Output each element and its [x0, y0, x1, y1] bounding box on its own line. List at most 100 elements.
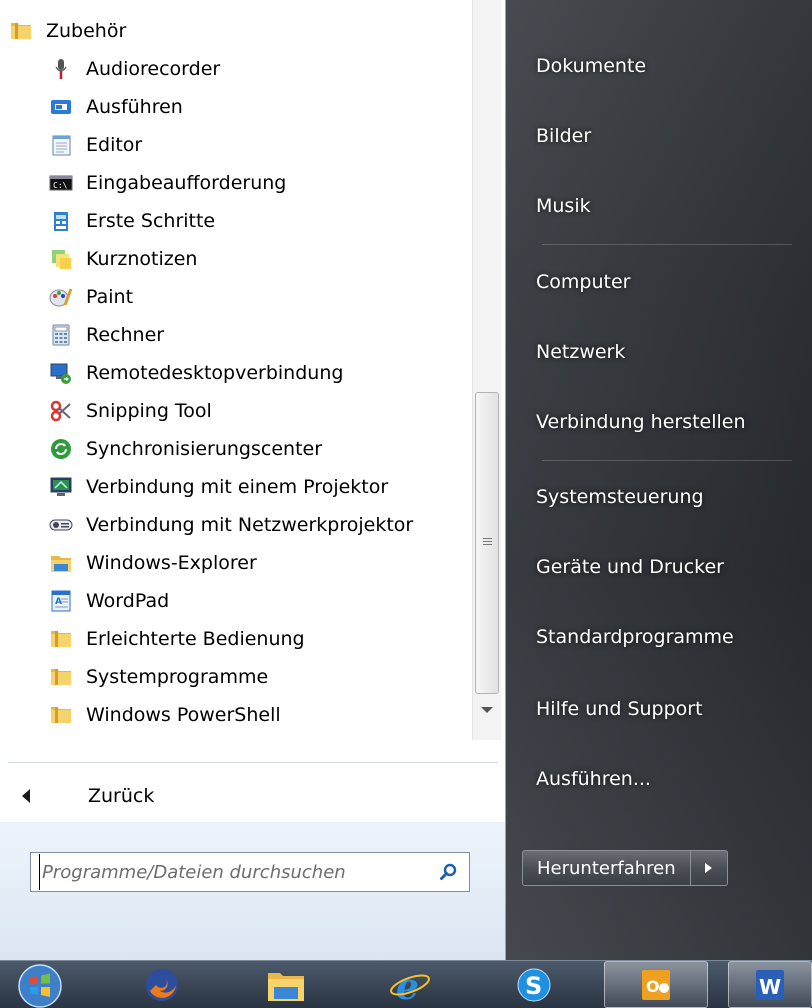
separator [542, 244, 792, 245]
link-label: Hilfe und Support [536, 698, 703, 720]
link-musik[interactable]: Musik [536, 186, 591, 226]
folder-icon [48, 626, 74, 652]
folder-systemprogramme[interactable]: Systemprogramme [48, 658, 518, 696]
link-computer[interactable]: Computer [536, 262, 630, 302]
start-menu-left-pane: Zubehör Audiorecorder Ausführen Editor C… [0, 0, 506, 960]
svg-text:O: O [646, 977, 660, 996]
program-paint[interactable]: Paint [48, 278, 518, 316]
skype-icon[interactable]: S [494, 961, 574, 1008]
file-explorer-icon[interactable] [246, 961, 326, 1008]
program-snipping-tool[interactable]: Snipping Tool [48, 392, 518, 430]
scroll-down-arrow-icon[interactable] [481, 707, 493, 713]
program-verbindung-netzwerkprojektor[interactable]: Verbindung mit Netzwerkprojektor [48, 506, 518, 544]
arrow-left-icon [22, 789, 30, 803]
remote-desktop-icon [48, 360, 74, 386]
svg-text:W: W [759, 975, 781, 999]
notepad-icon [48, 132, 74, 158]
program-list-scrollbar[interactable] [472, 0, 501, 740]
program-editor[interactable]: Editor [48, 126, 518, 164]
link-label: Geräte und Drucker [536, 556, 724, 578]
taskbar: e S O W [0, 960, 812, 1008]
search-box[interactable] [30, 852, 470, 892]
search-icon[interactable] [429, 853, 469, 891]
folder-label: Windows PowerShell [86, 704, 281, 726]
program-label: Synchronisierungscenter [86, 438, 323, 460]
folder-zubehoer[interactable]: Zubehör [8, 12, 478, 50]
program-kurznotizen[interactable]: Kurznotizen [48, 240, 518, 278]
projector-icon [48, 474, 74, 500]
sync-center-icon [48, 436, 74, 462]
calculator-icon [48, 322, 74, 348]
program-synchronisierungscenter[interactable]: Synchronisierungscenter [48, 430, 518, 468]
link-systemsteuerung[interactable]: Systemsteuerung [536, 477, 704, 517]
command-prompt-icon: C:\ [48, 170, 74, 196]
scrollbar-thumb[interactable] [475, 392, 499, 694]
sticky-notes-icon [48, 246, 74, 272]
link-label: Verbindung herstellen [536, 411, 746, 433]
program-audiorecorder[interactable]: Audiorecorder [48, 50, 518, 88]
program-label: Audiorecorder [86, 58, 221, 80]
link-verbindung-herstellen[interactable]: Verbindung herstellen [536, 402, 746, 442]
folder-label: Erleichterte Bedienung [86, 628, 305, 650]
program-rechner[interactable]: Rechner [48, 316, 518, 354]
program-windows-explorer[interactable]: Windows-Explorer [48, 544, 518, 582]
program-label: Kurznotizen [86, 248, 198, 270]
shutdown-options-button[interactable] [690, 850, 728, 886]
folder-label: Zubehör [46, 20, 127, 42]
program-eingabeaufforderung[interactable]: C:\ Eingabeaufforderung [48, 164, 518, 202]
program-label: Erste Schritte [86, 210, 216, 232]
link-label: Systemsteuerung [536, 486, 704, 508]
firefox-icon[interactable] [122, 961, 202, 1008]
svg-text:A: A [55, 597, 62, 607]
program-label: Verbindung mit Netzwerkprojektor [86, 514, 414, 536]
explorer-folder-icon [48, 550, 74, 576]
program-remotedesktopverbindung[interactable]: Remotedesktopverbindung [48, 354, 518, 392]
start-orb-icon[interactable] [2, 961, 78, 1008]
program-label: Snipping Tool [86, 400, 212, 422]
folder-windows-powershell[interactable]: Windows PowerShell [48, 696, 518, 734]
link-bilder[interactable]: Bilder [536, 116, 591, 156]
link-netzwerk[interactable]: Netzwerk [536, 332, 625, 372]
link-label: Musik [536, 195, 591, 217]
separator [542, 460, 792, 461]
program-label: Verbindung mit einem Projektor [86, 476, 389, 498]
link-geraete-und-drucker[interactable]: Geräte und Drucker [536, 547, 724, 587]
search-area [0, 822, 505, 960]
program-wordpad[interactable]: A WordPad [48, 582, 518, 620]
link-label: Computer [536, 271, 631, 293]
search-input[interactable] [39, 854, 429, 890]
grip-icon [483, 536, 492, 547]
link-label: Dokumente [536, 55, 647, 77]
program-label: Eingabeaufforderung [86, 172, 287, 194]
arrow-right-icon [705, 863, 713, 873]
link-ausfuehren[interactable]: Ausführen... [536, 759, 651, 799]
link-dokumente[interactable]: Dokumente [536, 46, 646, 86]
folder-label: Systemprogramme [86, 666, 269, 688]
link-standardprogramme[interactable]: Standardprogramme [536, 617, 734, 657]
word-icon[interactable]: W [728, 961, 812, 1008]
wordpad-icon: A [48, 588, 74, 614]
program-label: WordPad [86, 590, 170, 612]
program-label: Ausführen [86, 96, 183, 118]
program-label: Paint [86, 286, 134, 308]
program-label: Remotedesktopverbindung [86, 362, 344, 384]
start-menu-right-pane: Dokumente Bilder Musik Computer Netzwerk… [506, 0, 812, 960]
folder-icon [8, 18, 34, 44]
separator [8, 762, 498, 763]
internet-explorer-icon[interactable]: e [370, 961, 450, 1008]
paint-icon [48, 284, 74, 310]
link-label: Bilder [536, 125, 592, 147]
program-erste-schritte[interactable]: Erste Schritte [48, 202, 518, 240]
back-button[interactable]: Zurück [14, 776, 454, 816]
outlook-icon[interactable]: O [604, 961, 708, 1008]
shutdown-button[interactable]: Herunterfahren [522, 850, 691, 886]
folder-erleichterte-bedienung[interactable]: Erleichterte Bedienung [48, 620, 518, 658]
link-hilfe-und-support[interactable]: Hilfe und Support [536, 689, 703, 729]
shutdown-group: Herunterfahren [522, 850, 728, 886]
scissors-icon [48, 398, 74, 424]
microphone-icon [48, 56, 74, 82]
svg-text:S: S [525, 972, 542, 1000]
program-verbindung-projektor[interactable]: Verbindung mit einem Projektor [48, 468, 518, 506]
program-label: Windows-Explorer [86, 552, 257, 574]
program-ausfuehren[interactable]: Ausführen [48, 88, 518, 126]
